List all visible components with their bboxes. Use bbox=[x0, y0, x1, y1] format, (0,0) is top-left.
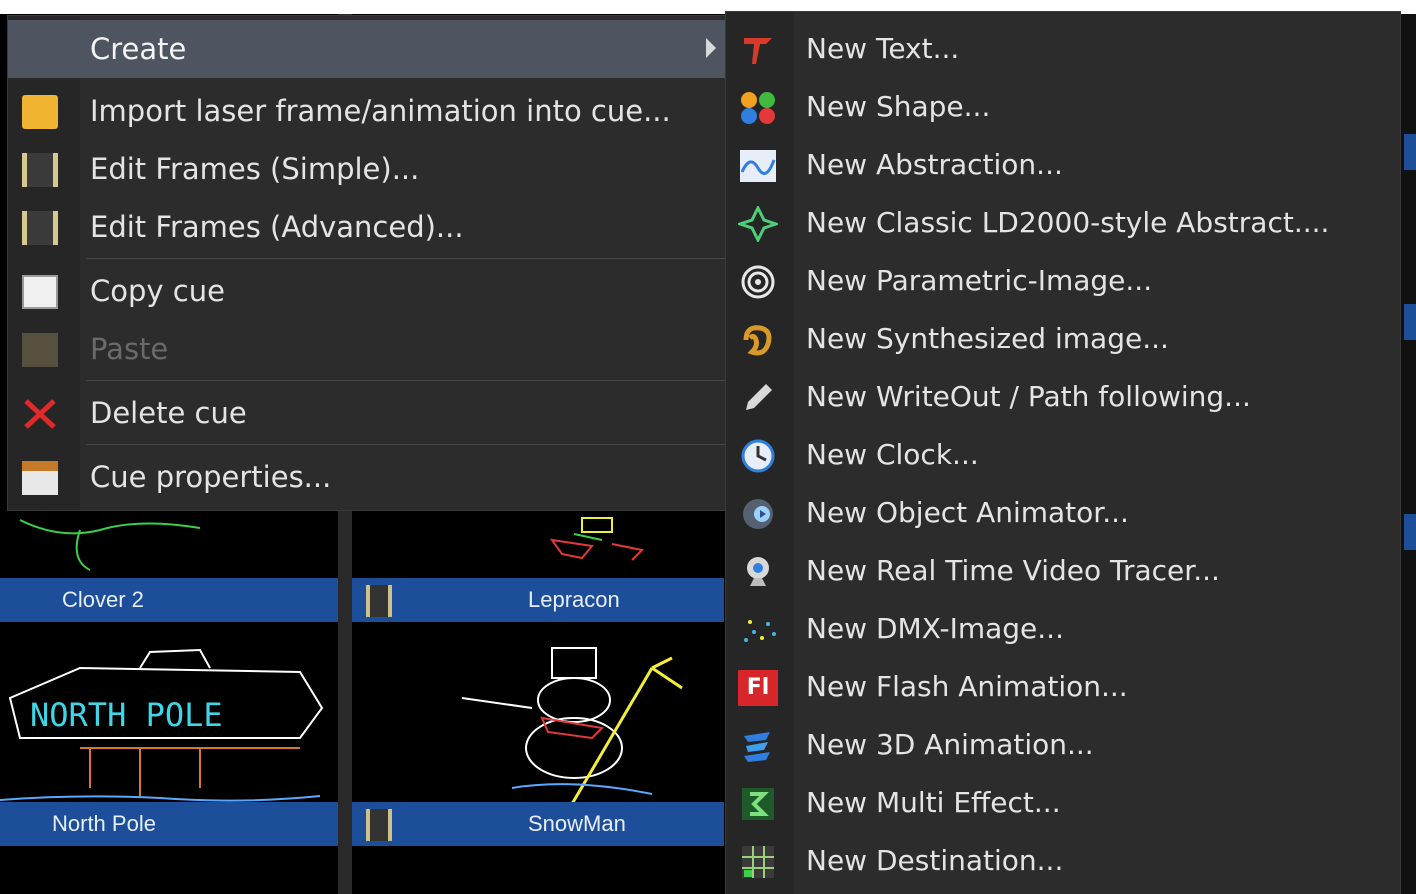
submenu-item-new-shape[interactable]: New Shape... bbox=[726, 78, 1400, 136]
destination-icon bbox=[742, 846, 774, 878]
menu-item-copy-cue[interactable]: Copy cue bbox=[8, 262, 726, 320]
menu-separator bbox=[86, 258, 726, 259]
menu-item-label: Cue properties... bbox=[90, 460, 332, 494]
film-frames-icon bbox=[366, 585, 392, 617]
object-animator-icon bbox=[743, 499, 773, 529]
north-pole-sign-text: NORTH POLE bbox=[30, 696, 223, 734]
shape-icon bbox=[741, 92, 775, 124]
submenu-item-new-destination[interactable]: New Destination... bbox=[726, 832, 1400, 890]
create-submenu: New Text... New Shape... New Abstraction… bbox=[726, 12, 1400, 894]
film-frames-icon bbox=[366, 809, 392, 841]
submenu-item-label: New Classic LD2000-style Abstract.... bbox=[806, 206, 1330, 239]
submenu-item-label: New 3D Animation... bbox=[806, 728, 1094, 761]
submenu-item-label: New Shape... bbox=[806, 90, 991, 123]
submenu-item-new-parametric-image[interactable]: New Parametric-Image... bbox=[726, 252, 1400, 310]
cue-name: Lepracon bbox=[528, 587, 620, 612]
submenu-item-new-dmx-image[interactable]: New DMX-Image... bbox=[726, 600, 1400, 658]
dmx-icon bbox=[744, 620, 776, 642]
cue-context-menu: Create Import laser frame/animation into… bbox=[8, 16, 726, 510]
submenu-item-label: New Object Animator... bbox=[806, 496, 1129, 529]
submenu-item-new-clock[interactable]: New Clock... bbox=[726, 426, 1400, 484]
submenu-item-new-abstraction[interactable]: New Abstraction... bbox=[726, 136, 1400, 194]
submenu-item-new-synthesized-image[interactable]: New Synthesized image... bbox=[726, 310, 1400, 368]
submenu-item-label: New Synthesized image... bbox=[806, 322, 1169, 355]
menu-item-label: Create bbox=[90, 32, 187, 66]
submenu-item-label: New Real Time Video Tracer... bbox=[806, 554, 1220, 587]
menu-item-edit-frames-simple[interactable]: Edit Frames (Simple)... bbox=[8, 140, 726, 198]
submenu-item-label: New Text... bbox=[806, 32, 960, 65]
submenu-item-label: New Flash Animation... bbox=[806, 670, 1128, 703]
film-frames-icon bbox=[22, 153, 58, 187]
menu-item-label: Delete cue bbox=[90, 396, 247, 430]
cue-name: SnowMan bbox=[528, 811, 626, 836]
3d-animation-icon bbox=[744, 732, 770, 762]
cue-label-north-pole[interactable]: North Pole bbox=[0, 802, 338, 846]
menu-item-label: Copy cue bbox=[90, 274, 225, 308]
pen-icon bbox=[746, 384, 772, 410]
text-icon bbox=[744, 38, 772, 64]
cue-name: Clover 2 bbox=[62, 587, 144, 612]
folder-icon bbox=[22, 95, 58, 129]
right-edge-strip bbox=[1400, 14, 1416, 894]
submenu-item-new-classic-abstract[interactable]: New Classic LD2000-style Abstract.... bbox=[726, 194, 1400, 252]
submenu-item-label: New WriteOut / Path following... bbox=[806, 380, 1251, 413]
menu-item-paste: Paste bbox=[8, 320, 726, 378]
menu-separator bbox=[86, 444, 726, 445]
menu-item-label: Paste bbox=[90, 332, 169, 366]
cue-thumb-snowman[interactable] bbox=[352, 628, 724, 804]
submenu-item-new-flash-animation[interactable]: Fl New Flash Animation... bbox=[726, 658, 1400, 716]
parametric-image-icon bbox=[741, 265, 775, 299]
cue-label-clover[interactable]: Clover 2 bbox=[0, 578, 338, 622]
menu-item-edit-frames-advanced[interactable]: Edit Frames (Advanced)... bbox=[8, 198, 726, 256]
classic-abstract-icon bbox=[738, 206, 778, 242]
menu-item-delete-cue[interactable]: Delete cue bbox=[8, 384, 726, 442]
submenu-item-new-multi-effect[interactable]: New Multi Effect... bbox=[726, 774, 1400, 832]
submenu-item-label: New Multi Effect... bbox=[806, 786, 1061, 819]
properties-icon bbox=[22, 461, 58, 495]
submenu-item-new-video-tracer[interactable]: New Real Time Video Tracer... bbox=[726, 542, 1400, 600]
submenu-item-label: New Clock... bbox=[806, 438, 979, 471]
menu-item-import[interactable]: Import laser frame/animation into cue... bbox=[8, 82, 726, 140]
multi-effect-icon bbox=[742, 788, 774, 820]
menu-item-label: Edit Frames (Advanced)... bbox=[90, 210, 464, 244]
submenu-item-label: New Parametric-Image... bbox=[806, 264, 1153, 297]
cue-name: North Pole bbox=[52, 811, 156, 836]
cue-label-lepracon[interactable]: Lepracon bbox=[352, 578, 724, 622]
clock-icon bbox=[741, 439, 775, 473]
menu-item-cue-properties[interactable]: Cue properties... bbox=[8, 448, 726, 506]
submenu-item-new-3d-animation[interactable]: New 3D Animation... bbox=[726, 716, 1400, 774]
copy-icon bbox=[22, 275, 58, 309]
chevron-right-icon bbox=[706, 38, 716, 58]
submenu-item-new-writeout[interactable]: New WriteOut / Path following... bbox=[726, 368, 1400, 426]
flash-icon: Fl bbox=[738, 670, 778, 706]
menu-separator bbox=[86, 380, 726, 381]
menu-item-label: Edit Frames (Simple)... bbox=[90, 152, 420, 186]
submenu-item-new-text[interactable]: New Text... bbox=[726, 20, 1400, 78]
cue-thumb-lepracon[interactable] bbox=[352, 510, 724, 574]
submenu-item-label: New Abstraction... bbox=[806, 148, 1063, 181]
cue-label-snowman[interactable]: SnowMan bbox=[352, 802, 724, 846]
submenu-item-new-object-animator[interactable]: New Object Animator... bbox=[726, 484, 1400, 542]
submenu-item-label: New DMX-Image... bbox=[806, 612, 1064, 645]
abstraction-icon bbox=[740, 150, 776, 182]
synthesized-image-icon bbox=[743, 325, 772, 356]
submenu-item-label: New Destination... bbox=[806, 844, 1064, 877]
menu-item-create[interactable]: Create bbox=[8, 20, 726, 78]
menu-item-label: Import laser frame/animation into cue... bbox=[90, 94, 671, 128]
cue-thumb-north-pole[interactable]: NORTH POLE bbox=[0, 628, 338, 804]
scissors-delete-icon bbox=[24, 399, 56, 429]
film-frames-icon bbox=[22, 211, 58, 245]
webcam-icon bbox=[747, 557, 769, 586]
paste-icon bbox=[22, 333, 58, 367]
cue-thumb-clover[interactable] bbox=[0, 510, 338, 574]
